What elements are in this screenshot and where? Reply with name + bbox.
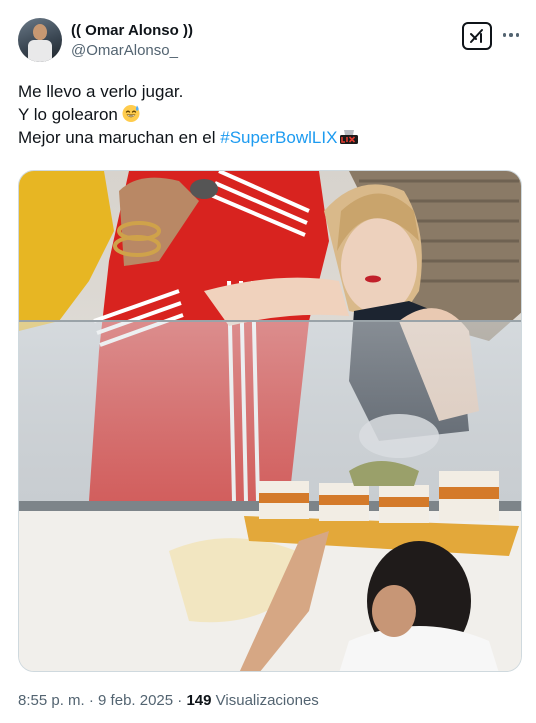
tweet-line-2: Y lo golearon	[18, 103, 518, 126]
tweet-line-3-prefix: Mejor una maruchan en el	[18, 128, 221, 147]
hashtag-link-superbowl[interactable]: #SuperBowlLIX	[220, 128, 337, 147]
tweet-line-3: Mejor una maruchan en el #SuperBowlLIX	[18, 126, 518, 149]
tweet-footer: 8:55 p. m. · 9 feb. 2025 · 149 Visualiza…	[18, 692, 319, 710]
media-photo	[19, 171, 521, 671]
views-count: 149	[186, 692, 212, 709]
avatar[interactable]	[18, 18, 62, 62]
tweet-time[interactable]: 8:55 p. m.	[18, 692, 85, 709]
separator-dot-2: ·	[177, 692, 183, 709]
tweet-line-2-text: Y lo golearon	[18, 105, 118, 124]
tweet-line-1: Me llevo a verlo jugar.	[18, 82, 184, 101]
author-handle[interactable]: @OmarAlonso_	[71, 42, 178, 60]
separator-dot: ·	[88, 692, 94, 709]
tweet-text: Me llevo a verlo jugar. Y lo golearon Me…	[18, 80, 518, 149]
super-bowl-lix-logo-icon	[340, 130, 359, 144]
tweet-media-image[interactable]	[18, 170, 522, 672]
views-label: Visualizaciones	[215, 692, 319, 709]
more-options-icon[interactable]	[500, 24, 522, 46]
tweet-date[interactable]: 9 feb. 2025	[98, 692, 173, 709]
tweet-card[interactable]: (( Omar Alonso )) @OmarAlonso_ Me llevo …	[0, 0, 536, 723]
sweat-smile-emoji-icon	[122, 105, 140, 122]
tweet-header: (( Omar Alonso )) @OmarAlonso_	[18, 18, 522, 64]
grok-icon[interactable]	[462, 22, 492, 50]
author-display-name[interactable]: (( Omar Alonso ))	[71, 22, 193, 40]
